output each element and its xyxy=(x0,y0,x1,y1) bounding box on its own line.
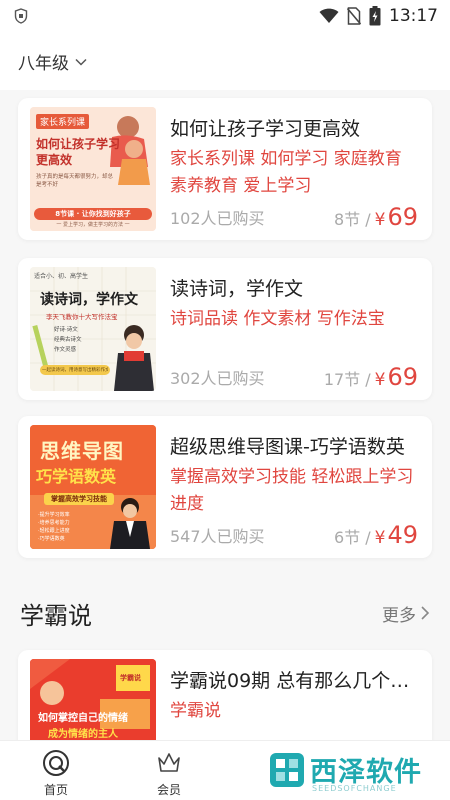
course-card[interactable]: 家长系列课 如何让孩子学习 更高效 孩子真的是每天都很努力，却总是考不好 8节课… xyxy=(18,98,432,240)
section-header: 学霸说 更多 xyxy=(0,590,450,636)
course-tags: 诗词品读 作文素材 写作法宝 xyxy=(170,309,385,329)
grade-selector[interactable]: 八年级 xyxy=(18,49,87,74)
thumb-bullet: ·轻松跟上进度 xyxy=(38,528,70,534)
watermark: 西泽软件 SEEDSOFCHANGE xyxy=(270,750,422,793)
price-amount: 49 xyxy=(387,521,418,549)
thumb-sub: 李天飞教你十大写作法宝 xyxy=(46,313,118,321)
article-tag: 学霸说 xyxy=(170,701,221,721)
thumb-headline: 巧学语数英 xyxy=(36,467,117,486)
chevron-right-icon xyxy=(421,606,430,620)
price-symbol: ¥ xyxy=(374,370,386,390)
thumb-headline: 如何掌控自己的情绪 xyxy=(38,713,128,724)
crown-icon xyxy=(158,753,180,772)
course-card[interactable]: 适合小、初、高学生 读诗词，学作文 李天飞教你十大写作法宝 好诗·诗文 经典古诗… xyxy=(18,258,432,400)
course-tags: 掌握高效学习技能 轻松跟上学习进度 xyxy=(170,467,414,514)
thumb-tag: 作文灵感 xyxy=(54,347,77,353)
thumb-tag: 好诗·诗文 xyxy=(54,327,78,333)
wifi-icon xyxy=(319,8,339,23)
thumb-headline: 读诗词，学作文 xyxy=(40,292,138,308)
thumb-tag: 经典古诗文 xyxy=(54,337,82,343)
more-link[interactable]: 更多 xyxy=(382,601,430,626)
watermark-sub: SEEDSOFCHANGE xyxy=(312,784,397,793)
status-time: 13:17 xyxy=(389,6,438,26)
course-tags: 家长系列课 如何学习 家庭教育 素养教育 爱上学习 xyxy=(170,149,402,196)
grade-bar: 八年级 xyxy=(0,32,450,90)
course-price: 6节 / ¥ 49 xyxy=(334,521,418,549)
course-bought-count: 302人已购买 xyxy=(170,369,265,388)
thumb-pill: 8节课 · 让你找到好孩子 xyxy=(55,210,131,218)
separator: / xyxy=(365,370,371,389)
thumb-headline: 更高效 xyxy=(36,153,73,167)
battery-charging-icon xyxy=(369,6,381,26)
nav-label: 会员 xyxy=(156,783,181,797)
course-title: 读诗词，学作文 xyxy=(170,278,304,300)
price-symbol: ¥ xyxy=(374,210,386,230)
watermark-logo-icon xyxy=(270,752,304,787)
thumb-footer: 一 爱上学习，做主学习的方法 一 xyxy=(56,222,130,228)
lesson-count: 8节 xyxy=(334,210,361,229)
course-price: 8节 / ¥ 69 xyxy=(334,203,418,231)
thumb-headline: 思维导图 xyxy=(40,439,124,463)
grade-label: 八年级 xyxy=(18,53,69,74)
lesson-count: 17节 xyxy=(323,370,361,389)
thumb-bullet: ·巧学语数英 xyxy=(38,536,65,542)
price-symbol: ¥ xyxy=(374,528,386,548)
nav-label: 首页 xyxy=(43,783,68,797)
thumb-bullet: ·培养思考能力 xyxy=(38,520,70,526)
lesson-count: 6节 xyxy=(334,528,361,547)
thumb-headline: 如何让孩子学习 xyxy=(36,137,121,151)
status-bar: 13:17 xyxy=(0,0,450,32)
shield-icon xyxy=(14,8,28,24)
no-sim-icon xyxy=(347,7,361,25)
separator: / xyxy=(365,528,371,547)
thumb-corner-text: 适合小、初、高学生 xyxy=(34,273,89,280)
thumb-badge: 学霸说 xyxy=(120,674,141,682)
course-thumbnail: 思维导图 巧学语数英 掌握高效学习技能 ·提升学习效率 ·培养思考能力 ·轻松跟… xyxy=(30,425,156,549)
course-price: 17节 / ¥ 69 xyxy=(324,363,418,391)
course-thumbnail: 家长系列课 如何让孩子学习 更高效 孩子真的是每天都很努力，却总是考不好 8节课… xyxy=(30,107,156,231)
thumb-bullet: ·提升学习效率 xyxy=(38,512,70,518)
thumb-badge: 家长系列课 xyxy=(36,114,90,129)
chevron-down-icon xyxy=(75,58,87,66)
section-title: 学霸说 xyxy=(20,601,92,630)
more-label: 更多 xyxy=(382,605,416,626)
course-card[interactable]: 思维导图 巧学语数英 掌握高效学习技能 ·提升学习效率 ·培养思考能力 ·轻松跟… xyxy=(18,416,432,558)
thumb-footer: 一起读诗词，用诗意写出精彩作文 xyxy=(42,368,108,373)
course-thumbnail: 适合小、初、高学生 读诗词，学作文 李天飞教你十大写作法宝 好诗·诗文 经典古诗… xyxy=(30,267,156,391)
thumb-ribbon: 掌握高效学习技能 xyxy=(51,495,107,503)
course-title: 如何让孩子学习更高效 xyxy=(170,118,361,140)
course-bought-count: 102人已购买 xyxy=(170,209,265,228)
price-amount: 69 xyxy=(387,363,418,391)
thumb-headline: 成为情绪的主人 xyxy=(48,729,118,740)
course-title: 超级思维导图课-巧学语数英 xyxy=(170,436,405,458)
article-title: 学霸说09期 总有那么几个… xyxy=(170,670,410,692)
price-amount: 69 xyxy=(387,203,418,231)
home-icon xyxy=(43,750,69,776)
nav-membership[interactable]: 会员 xyxy=(139,749,199,798)
thumb-desc: 孩子真的是每天都很努力，却总是考不好 xyxy=(36,174,114,188)
separator: / xyxy=(365,210,371,229)
course-bought-count: 547人已购买 xyxy=(170,527,265,546)
nav-home[interactable]: 首页 xyxy=(26,749,86,798)
